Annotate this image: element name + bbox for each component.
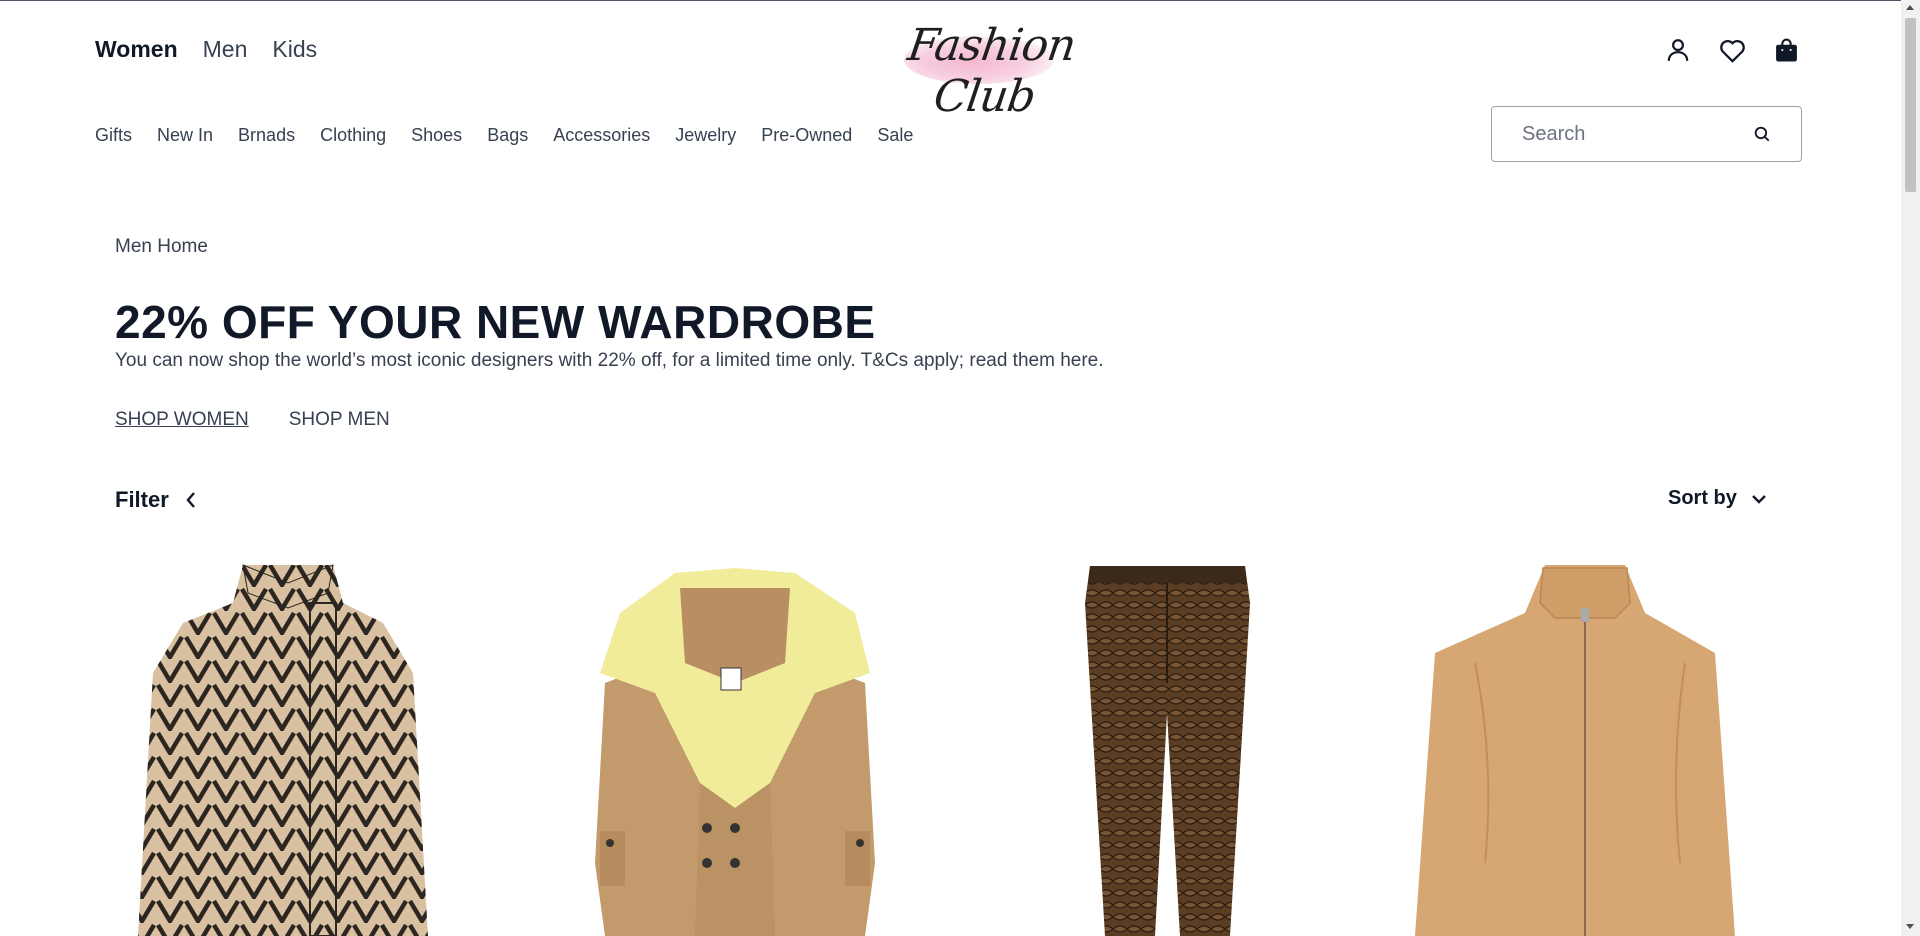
shopping-bag-icon[interactable] — [1772, 36, 1800, 64]
product-image-printed-shirt — [138, 564, 428, 936]
filter-toggle[interactable]: Filter — [115, 487, 197, 513]
window-top-border — [0, 0, 1901, 1]
category-gifts[interactable]: Gifts — [95, 125, 132, 146]
category-jewelry[interactable]: Jewelry — [675, 125, 736, 146]
gender-nav: Women Men Kids — [95, 36, 317, 63]
category-nav: Gifts New In Brnads Clothing Shoes Bags … — [95, 125, 913, 146]
gender-tab-kids[interactable]: Kids — [272, 36, 317, 63]
category-clothing[interactable]: Clothing — [320, 125, 386, 146]
promo-description: You can now shop the world’s most iconic… — [115, 350, 1104, 371]
category-bags[interactable]: Bags — [487, 125, 528, 146]
category-brands[interactable]: Brnads — [238, 125, 295, 146]
breadcrumb[interactable]: Men Home — [115, 236, 208, 258]
shop-links: SHOP WOMEN SHOP MEN — [115, 409, 390, 431]
category-pre-owned[interactable]: Pre-Owned — [761, 125, 852, 146]
sort-dropdown[interactable]: Sort by — [1668, 487, 1767, 510]
sort-label: Sort by — [1668, 487, 1737, 509]
category-sale[interactable]: Sale — [877, 125, 913, 146]
promo-title: 22% OFF YOUR NEW WARDROBE — [115, 296, 876, 348]
scrollbar-thumb[interactable] — [1905, 18, 1916, 192]
category-shoes[interactable]: Shoes — [411, 125, 462, 146]
header-actions — [1664, 36, 1800, 64]
shop-men-link[interactable]: SHOP MEN — [289, 409, 390, 431]
search-icon[interactable] — [1753, 125, 1771, 143]
product-image-suede-jacket — [1415, 565, 1735, 936]
search-box — [1491, 106, 1802, 162]
category-new-in[interactable]: New In — [157, 125, 213, 146]
chevron-left-icon — [186, 492, 195, 508]
page-scrollbar[interactable] — [1901, 0, 1920, 936]
product-image-snakeskin-trousers — [1085, 566, 1250, 936]
brand-logo[interactable]: Fashion Club — [882, 14, 1094, 122]
product-card[interactable] — [575, 563, 895, 936]
scroll-up-arrow-icon[interactable] — [1906, 5, 1914, 10]
logo-text: Fashion Club — [904, 20, 1079, 122]
scroll-down-arrow-icon[interactable] — [1906, 924, 1914, 929]
search-input[interactable] — [1522, 107, 1742, 161]
product-card[interactable] — [1015, 563, 1335, 936]
heart-icon[interactable] — [1718, 36, 1746, 64]
category-accessories[interactable]: Accessories — [553, 125, 650, 146]
chevron-down-icon — [1752, 494, 1766, 504]
user-icon[interactable] — [1664, 36, 1692, 64]
product-card[interactable] — [128, 563, 448, 936]
shop-women-link[interactable]: SHOP WOMEN — [115, 409, 249, 431]
filter-label: Filter — [115, 487, 169, 512]
gender-tab-women[interactable]: Women — [95, 36, 178, 63]
product-image-camel-coat — [595, 568, 875, 936]
gender-tab-men[interactable]: Men — [203, 36, 248, 63]
product-card[interactable] — [1415, 563, 1735, 936]
